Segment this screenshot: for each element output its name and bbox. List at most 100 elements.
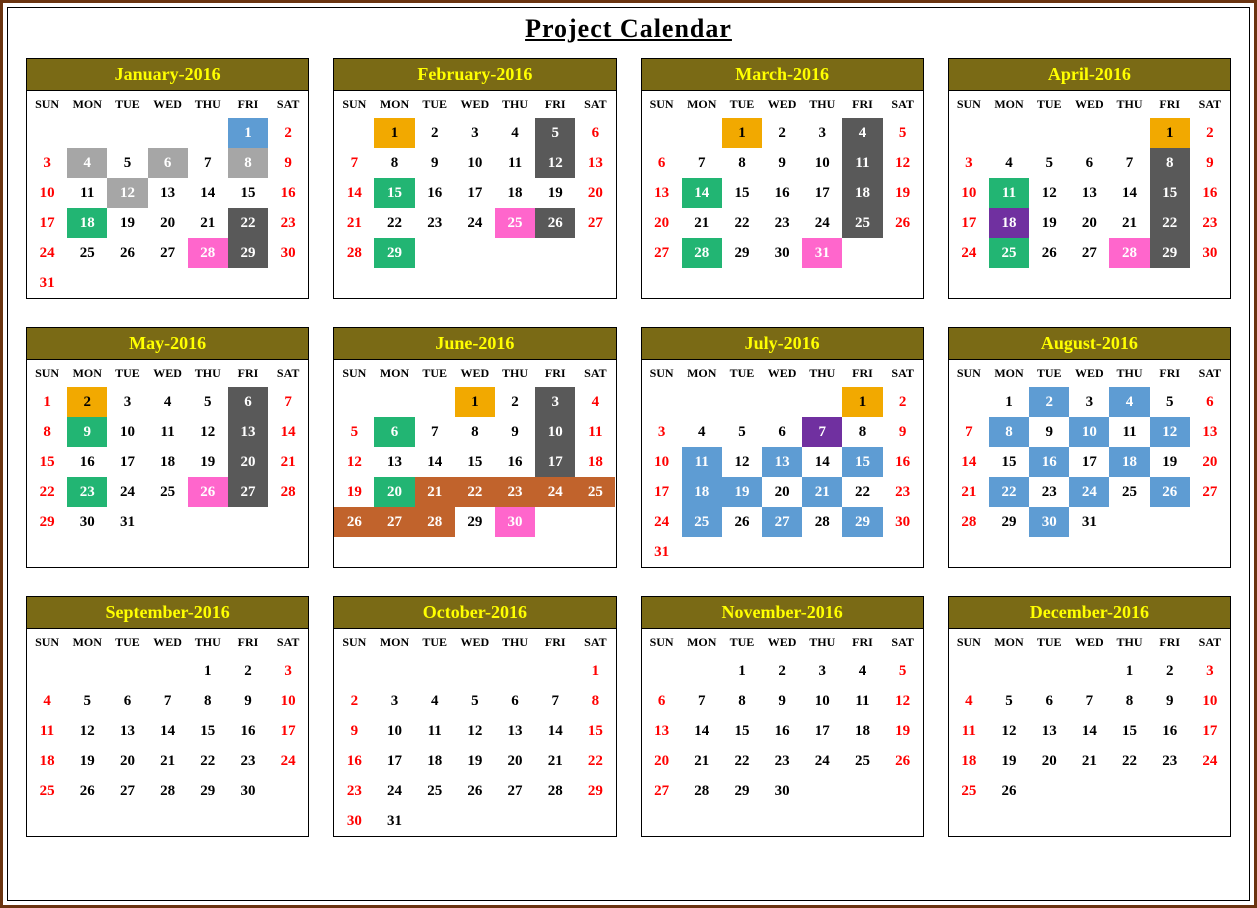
day-cell: 30 xyxy=(883,507,923,537)
day-cell: 12 xyxy=(455,716,495,746)
day-cell: 13 xyxy=(1069,178,1109,208)
empty-cell xyxy=(107,118,147,148)
day-cell: 17 xyxy=(642,477,682,507)
day-cell: 10 xyxy=(949,178,989,208)
day-cell: 14 xyxy=(535,716,575,746)
month-header: June-2016 xyxy=(334,328,615,360)
day-cell: 3 xyxy=(949,148,989,178)
dow-label: MON xyxy=(989,91,1029,118)
empty-cell xyxy=(682,656,722,686)
day-cell: 2 xyxy=(883,387,923,417)
empty-cell xyxy=(67,656,107,686)
dow-label: FRI xyxy=(1150,360,1190,387)
day-cell: 25 xyxy=(495,208,535,238)
day-cell: 8 xyxy=(188,686,228,716)
day-cell: 31 xyxy=(642,537,682,567)
day-cell: 26 xyxy=(883,746,923,776)
day-cell: 20 xyxy=(1029,746,1069,776)
day-cell: 13 xyxy=(495,716,535,746)
day-cell: 15 xyxy=(1109,716,1149,746)
day-cell: 27 xyxy=(762,507,802,537)
day-cell: 23 xyxy=(762,208,802,238)
days-grid: 1234567891011121314151617181920212223242… xyxy=(27,656,308,806)
day-cell: 30 xyxy=(762,776,802,806)
day-cell: 21 xyxy=(682,208,722,238)
day-cell: 14 xyxy=(334,178,374,208)
day-cell: 27 xyxy=(642,238,682,268)
month-header: September-2016 xyxy=(27,597,308,629)
day-cell: 28 xyxy=(802,507,842,537)
day-cell: 5 xyxy=(334,417,374,447)
dow-label: THU xyxy=(802,360,842,387)
empty-cell xyxy=(949,387,989,417)
day-cell: 2 xyxy=(762,118,802,148)
day-cell: 18 xyxy=(495,178,535,208)
day-cell: 26 xyxy=(535,208,575,238)
day-cell: 24 xyxy=(949,238,989,268)
day-cell: 12 xyxy=(67,716,107,746)
day-cell: 22 xyxy=(1150,208,1190,238)
dow-row: SUNMONTUEWEDTHUFRISAT xyxy=(949,629,1230,656)
day-cell: 12 xyxy=(535,148,575,178)
day-cell: 21 xyxy=(1069,746,1109,776)
days-grid: 1234567891011121314151617181920212223242… xyxy=(949,118,1230,268)
empty-cell xyxy=(949,656,989,686)
day-cell: 17 xyxy=(107,447,147,477)
dow-label: MON xyxy=(682,629,722,656)
day-cell: 27 xyxy=(228,477,268,507)
day-cell: 19 xyxy=(1150,447,1190,477)
day-cell: 4 xyxy=(148,387,188,417)
day-cell: 11 xyxy=(415,716,455,746)
day-cell: 25 xyxy=(1109,477,1149,507)
dow-label: TUE xyxy=(415,91,455,118)
day-cell: 13 xyxy=(642,716,682,746)
day-cell: 7 xyxy=(148,686,188,716)
day-cell: 29 xyxy=(722,238,762,268)
day-cell: 4 xyxy=(842,118,882,148)
day-cell: 23 xyxy=(1190,208,1230,238)
day-cell: 11 xyxy=(949,716,989,746)
day-cell: 20 xyxy=(642,208,682,238)
dow-label: SAT xyxy=(1190,629,1230,656)
month-march-2016: March-2016SUNMONTUEWEDTHUFRISAT123456789… xyxy=(641,58,924,299)
day-cell: 4 xyxy=(495,118,535,148)
day-cell: 2 xyxy=(495,387,535,417)
day-cell: 23 xyxy=(228,746,268,776)
day-cell: 10 xyxy=(1069,417,1109,447)
empty-cell xyxy=(642,656,682,686)
day-cell: 11 xyxy=(842,148,882,178)
day-cell: 13 xyxy=(1190,417,1230,447)
month-february-2016: February-2016SUNMONTUEWEDTHUFRISAT123456… xyxy=(333,58,616,299)
day-cell: 10 xyxy=(27,178,67,208)
dow-label: TUE xyxy=(1029,629,1069,656)
dow-label: THU xyxy=(1109,91,1149,118)
day-cell: 28 xyxy=(148,776,188,806)
day-cell: 11 xyxy=(682,447,722,477)
day-cell: 11 xyxy=(1109,417,1149,447)
day-cell: 29 xyxy=(842,507,882,537)
month-may-2016: May-2016SUNMONTUEWEDTHUFRISAT12345678910… xyxy=(26,327,309,568)
day-cell: 30 xyxy=(762,238,802,268)
day-cell: 6 xyxy=(1069,148,1109,178)
day-cell: 4 xyxy=(842,656,882,686)
day-cell: 8 xyxy=(27,417,67,447)
day-cell: 17 xyxy=(268,716,308,746)
day-cell: 26 xyxy=(722,507,762,537)
dow-label: THU xyxy=(188,360,228,387)
day-cell: 5 xyxy=(188,387,228,417)
day-cell: 10 xyxy=(535,417,575,447)
day-cell: 9 xyxy=(1029,417,1069,447)
day-cell: 13 xyxy=(762,447,802,477)
day-cell: 18 xyxy=(682,477,722,507)
day-cell: 12 xyxy=(107,178,147,208)
day-cell: 10 xyxy=(802,686,842,716)
day-cell: 20 xyxy=(642,746,682,776)
dow-label: SAT xyxy=(883,360,923,387)
day-cell: 29 xyxy=(188,776,228,806)
day-cell: 18 xyxy=(949,746,989,776)
day-cell: 15 xyxy=(722,178,762,208)
day-cell: 22 xyxy=(374,208,414,238)
day-cell: 15 xyxy=(455,447,495,477)
empty-cell xyxy=(682,118,722,148)
day-cell: 1 xyxy=(455,387,495,417)
